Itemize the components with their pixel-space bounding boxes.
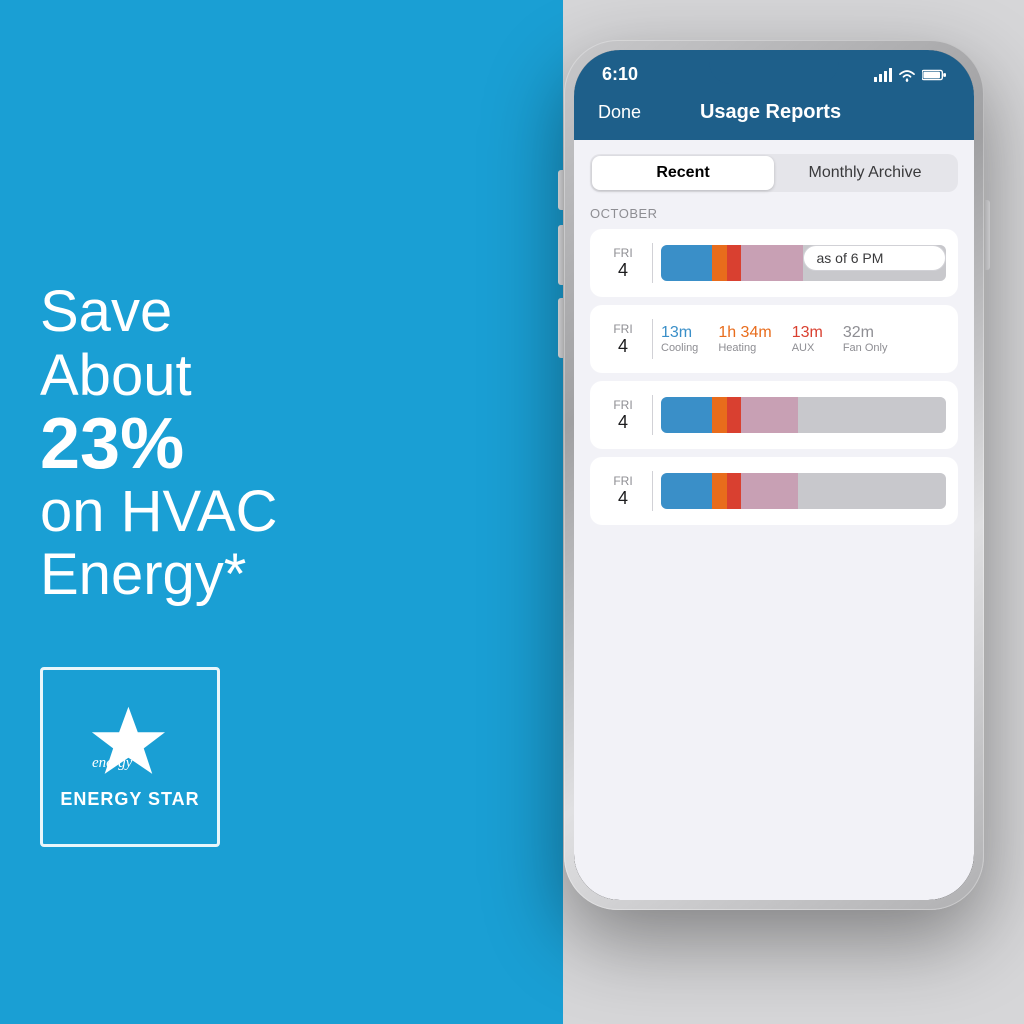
phone-screen: 6:10	[574, 50, 974, 900]
stat-fan-value: 32m	[843, 324, 888, 342]
stat-heating: 1h 34m Heating	[718, 324, 771, 354]
stat-heating-value: 1h 34m	[718, 324, 771, 342]
save-line1: Save About	[40, 280, 370, 408]
day-of-month-1: 4	[618, 260, 628, 281]
stat-fan-label: Fan Only	[843, 342, 888, 354]
bar-chart-3	[661, 397, 946, 433]
content-area: OCTOBER FRI 4	[574, 206, 974, 900]
nav-bar: Done Usage Reports	[574, 91, 974, 140]
percent-highlight: 23%	[40, 408, 370, 480]
bar-chart-4	[661, 473, 946, 509]
hvac-text: on HVAC Energy*	[40, 480, 370, 608]
nav-title: Usage Reports	[700, 101, 841, 124]
left-panel: Save About 23% on HVAC Energy* energy EN…	[40, 280, 370, 847]
divider-1	[652, 243, 653, 283]
day-of-month-4: 4	[618, 488, 628, 509]
svg-text:energy: energy	[92, 755, 133, 771]
usage-row-4[interactable]: FRI 4	[590, 457, 958, 525]
bar-seg-red-1	[727, 245, 741, 281]
wifi-icon	[898, 68, 916, 82]
signal-icon	[874, 68, 892, 82]
bar-seg-mauve-4	[741, 473, 798, 509]
usage-row-1[interactable]: FRI 4 as of 6 PM	[590, 229, 958, 297]
stat-aux: 13m AUX	[792, 324, 823, 354]
day-of-week-2: FRI	[613, 322, 632, 336]
day-label-2: FRI 4	[602, 322, 644, 357]
bar-seg-red-3	[727, 397, 741, 433]
segmented-control: Recent Monthly Archive	[590, 154, 958, 192]
day-label-4: FRI 4	[602, 474, 644, 509]
day-label-1: FRI 4	[602, 246, 644, 281]
bar-seg-gray-4	[798, 473, 946, 509]
stat-heating-label: Heating	[718, 342, 771, 354]
phone-wrapper: 6:10	[564, 40, 984, 980]
phone-notch	[709, 50, 839, 84]
divider-2	[652, 319, 653, 359]
bar-seg-gray-3	[798, 397, 946, 433]
energy-star-svg: energy	[80, 705, 180, 785]
day-of-week-3: FRI	[613, 398, 632, 412]
bar-seg-red-4	[727, 473, 741, 509]
phone-outer: 6:10	[564, 40, 984, 910]
phone-btn-vol-up	[558, 225, 563, 285]
bar-seg-blue-3	[661, 397, 712, 433]
as-of-badge: as of 6 PM	[803, 245, 946, 271]
bar-chart-1: as of 6 PM	[661, 245, 946, 281]
energy-star-logo: energy ENERGY STAR	[40, 667, 220, 847]
day-of-week-1: FRI	[613, 246, 632, 260]
bar-seg-blue-4	[661, 473, 712, 509]
tab-recent[interactable]: Recent	[592, 156, 774, 190]
nav-done-button[interactable]: Done	[598, 102, 641, 123]
divider-3	[652, 395, 653, 435]
bar-seg-orange-3	[712, 397, 726, 433]
tab-monthly-archive[interactable]: Monthly Archive	[774, 156, 956, 190]
usage-row-3[interactable]: FRI 4	[590, 381, 958, 449]
bar-seg-blue-1	[661, 245, 712, 281]
status-icons	[874, 68, 946, 82]
day-of-month-3: 4	[618, 412, 628, 433]
status-time: 6:10	[602, 64, 638, 85]
stat-aux-value: 13m	[792, 324, 823, 342]
bar-seg-mauve-3	[741, 397, 798, 433]
phone-inner: 6:10	[574, 50, 974, 900]
bar-seg-gray-1: as of 6 PM	[803, 245, 946, 281]
stat-aux-label: AUX	[792, 342, 823, 354]
stat-cooling-value: 13m	[661, 324, 698, 342]
energy-star-label: ENERGY STAR	[60, 789, 199, 810]
bar-seg-orange-1	[712, 245, 726, 281]
usage-row-stats[interactable]: FRI 4 13m Cooling 1h 34m Heating	[590, 305, 958, 373]
bar-seg-mauve-1	[741, 245, 804, 281]
divider-4	[652, 471, 653, 511]
stat-fan: 32m Fan Only	[843, 324, 888, 354]
bar-seg-orange-4	[712, 473, 726, 509]
stat-cooling: 13m Cooling	[661, 324, 698, 354]
day-of-week-4: FRI	[613, 474, 632, 488]
day-label-3: FRI 4	[602, 398, 644, 433]
stat-cooling-label: Cooling	[661, 342, 698, 354]
section-label: OCTOBER	[590, 206, 958, 221]
day-of-month-2: 4	[618, 336, 628, 357]
phone-btn-silent	[558, 170, 563, 210]
phone-btn-power	[985, 200, 990, 270]
battery-icon	[922, 68, 946, 82]
phone-btn-vol-down	[558, 298, 563, 358]
